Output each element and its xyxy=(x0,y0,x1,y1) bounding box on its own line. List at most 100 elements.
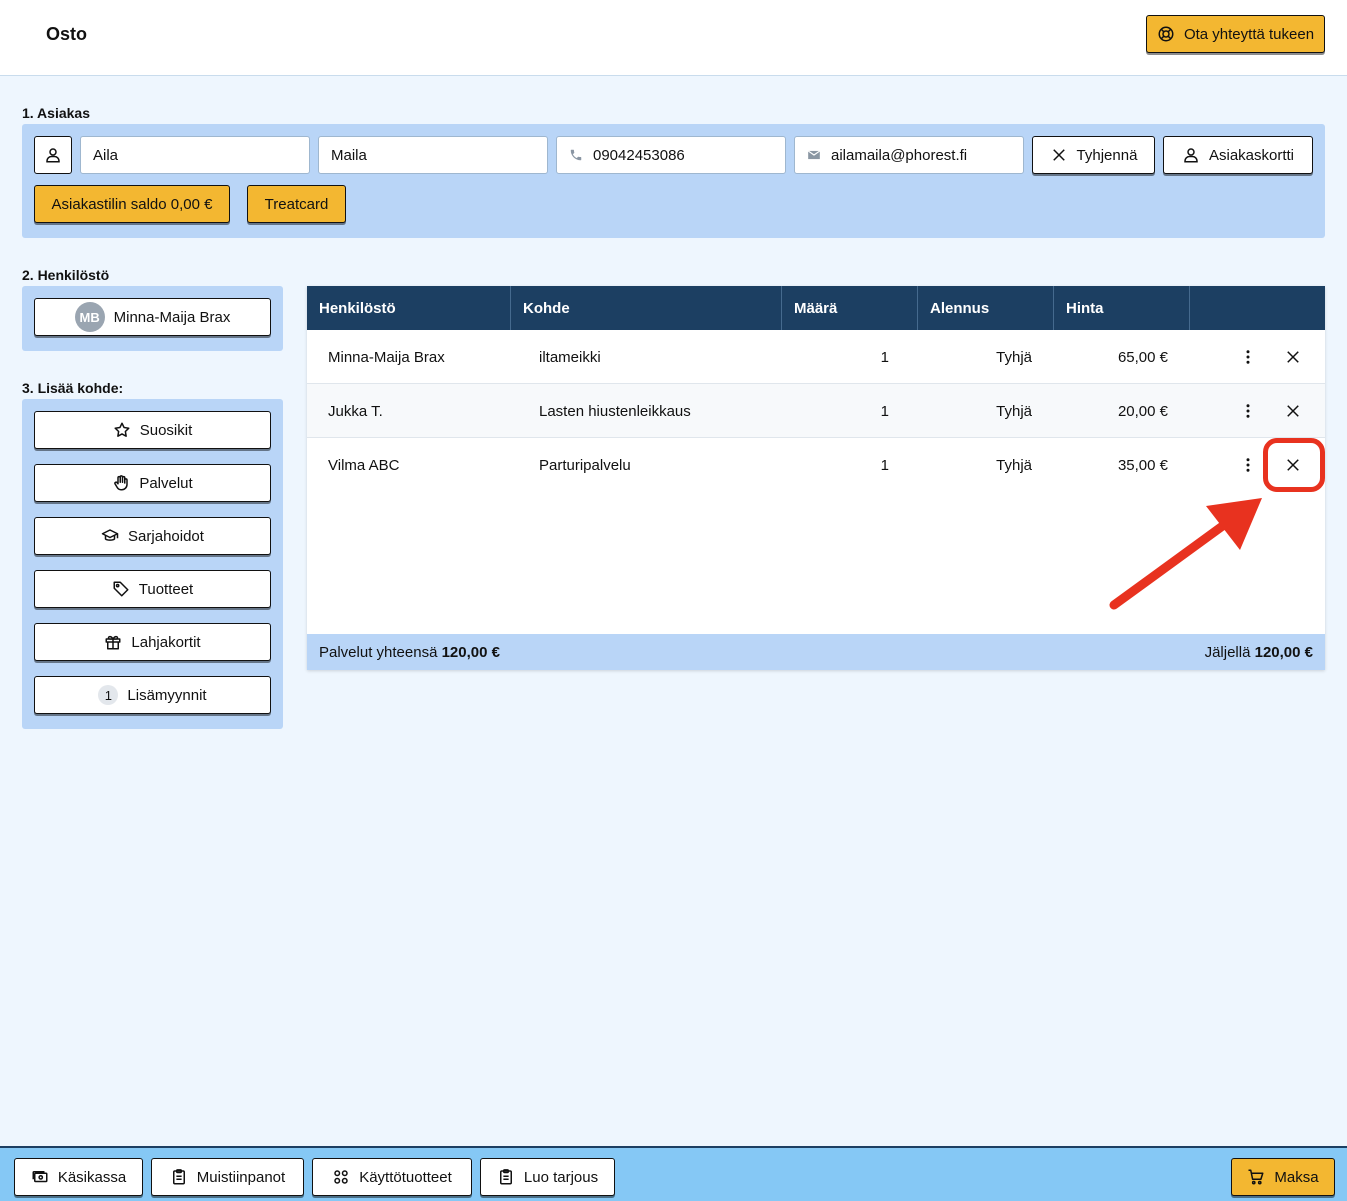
user-icon xyxy=(46,148,60,163)
staff-section-label: 2. Henkilöstö xyxy=(22,267,110,283)
cash-icon xyxy=(32,1171,48,1183)
favorites-label: Suosikit xyxy=(139,421,193,439)
customer-card-label: Asiakaskortti xyxy=(1208,146,1295,164)
more-vertical-icon xyxy=(1246,350,1250,364)
close-icon xyxy=(1287,405,1299,417)
add-item-section-label: 3. Lisää kohde: xyxy=(22,380,124,396)
table-row[interactable]: Minna-Maija Brax iltameikki 1 Tyhjä 65,0… xyxy=(307,330,1325,384)
services-label: Palvelut xyxy=(139,474,193,492)
gift-cards-label: Lahjakortit xyxy=(131,633,201,651)
favorites-button[interactable]: Suosikit xyxy=(34,411,271,449)
last-name-value: Maila xyxy=(331,146,367,164)
staff-panel: MB Minna-Maija Brax xyxy=(22,286,283,351)
services-total-label: Palvelut yhteensä xyxy=(319,643,438,661)
clear-customer-label: Tyhjennä xyxy=(1076,146,1138,164)
bottom-bar: Käsikassa Muistiinpanot Käyttötuotteet L… xyxy=(0,1146,1347,1201)
column-header-price: Hinta xyxy=(1054,286,1190,330)
row-remove-button[interactable] xyxy=(1278,342,1308,372)
clipboard-icon xyxy=(499,1169,512,1185)
row-menu-button[interactable] xyxy=(1233,450,1263,480)
row-price: 35,00 € xyxy=(1117,456,1168,474)
account-balance-label: Asiakastilin saldo 0,00 € xyxy=(51,195,213,213)
pay-label: Maksa xyxy=(1274,1168,1319,1186)
first-name-value: Aila xyxy=(93,146,119,164)
products-button[interactable]: Tuotteet xyxy=(34,570,271,608)
annotation-highlight-ring xyxy=(1263,438,1325,492)
row-staff: Jukka T. xyxy=(328,402,383,420)
supplies-button[interactable]: Käyttötuotteet xyxy=(312,1158,472,1196)
remaining-label: Jäljellä xyxy=(1204,643,1251,661)
series-treatments-label: Sarjahoidot xyxy=(128,527,204,545)
row-staff: Vilma ABC xyxy=(328,456,400,474)
table-row[interactable]: Vilma ABC Parturipalvelu 1 Tyhjä 35,00 € xyxy=(307,438,1325,492)
customer-section-label: 1. Asiakas xyxy=(22,105,90,121)
envelope-icon xyxy=(807,150,821,160)
close-icon xyxy=(1052,149,1065,161)
row-price: 65,00 € xyxy=(1117,348,1168,366)
hand-icon xyxy=(114,475,129,491)
staff-select-button[interactable]: MB Minna-Maija Brax xyxy=(34,298,271,336)
contact-support-button[interactable]: Ota yhteyttä tukeen xyxy=(1146,15,1325,53)
more-vertical-icon xyxy=(1246,458,1250,472)
shopping-cart-icon xyxy=(1248,1169,1264,1185)
phone-value: 09042453086 xyxy=(593,146,685,164)
upsells-label: Lisämyynnit xyxy=(127,686,207,704)
page-title: Osto xyxy=(46,24,88,44)
lifebuoy-icon xyxy=(1158,26,1174,42)
column-header-discount: Alennus xyxy=(918,286,1054,330)
services-button[interactable]: Palvelut xyxy=(34,464,271,502)
staff-name: Minna-Maija Brax xyxy=(113,308,231,326)
treatcard-label: Treatcard xyxy=(264,195,329,213)
customer-person-button[interactable] xyxy=(34,136,72,174)
email-value: ailamaila@phorest.fi xyxy=(831,146,968,164)
row-quantity: 1 xyxy=(880,456,889,474)
more-vertical-icon xyxy=(1246,404,1250,418)
column-header-staff: Henkilöstö xyxy=(307,286,511,330)
row-menu-button[interactable] xyxy=(1233,396,1263,426)
customer-panel: Aila Maila 09042453086 ailamaila@phorest… xyxy=(22,124,1325,238)
table-footer: Palvelut yhteensä 120,00 € Jäljellä 120,… xyxy=(307,634,1325,670)
gift-cards-button[interactable]: Lahjakortit xyxy=(34,623,271,661)
create-quote-label: Luo tarjous xyxy=(523,1168,599,1186)
table-header: Henkilöstö Kohde Määrä Alennus Hinta xyxy=(307,286,1325,330)
row-quantity: 1 xyxy=(880,348,889,366)
row-remove-button[interactable] xyxy=(1278,396,1308,426)
annotation-arrow-icon xyxy=(1109,498,1262,610)
services-total-value: 120,00 € xyxy=(441,643,500,661)
pay-button[interactable]: Maksa xyxy=(1231,1158,1335,1196)
upsells-button[interactable]: 1 Lisämyynnit xyxy=(34,676,271,714)
services-total: Palvelut yhteensä 120,00 € xyxy=(319,644,500,661)
cash-drawer-label: Käsikassa xyxy=(57,1168,127,1186)
remaining-total: Jäljellä 120,00 € xyxy=(1205,644,1313,661)
row-discount: Tyhjä xyxy=(996,402,1032,420)
row-item: Lasten hiustenleikkaus xyxy=(539,402,691,420)
email-field[interactable]: ailamaila@phorest.fi xyxy=(794,136,1024,174)
clear-customer-button[interactable]: Tyhjennä xyxy=(1032,136,1155,174)
notes-button[interactable]: Muistiinpanot xyxy=(151,1158,304,1196)
gift-icon xyxy=(105,635,121,650)
column-header-quantity: Määrä xyxy=(782,286,918,330)
graduation-cap-icon xyxy=(101,529,119,541)
first-name-field[interactable]: Aila xyxy=(80,136,310,174)
row-discount: Tyhjä xyxy=(996,348,1032,366)
table-row[interactable]: Jukka T. Lasten hiustenleikkaus 1 Tyhjä … xyxy=(307,384,1325,438)
column-header-item: Kohde xyxy=(511,286,782,330)
phone-icon xyxy=(570,149,582,161)
series-treatments-button[interactable]: Sarjahoidot xyxy=(34,517,271,555)
create-quote-button[interactable]: Luo tarjous xyxy=(480,1158,615,1196)
account-balance-button[interactable]: Asiakastilin saldo 0,00 € xyxy=(34,185,230,223)
cash-drawer-button[interactable]: Käsikassa xyxy=(14,1158,143,1196)
row-quantity: 1 xyxy=(880,402,889,420)
customer-card-button[interactable]: Asiakaskortti xyxy=(1163,136,1313,174)
notes-label: Muistiinpanot xyxy=(196,1168,286,1186)
row-price: 20,00 € xyxy=(1117,402,1168,420)
row-menu-button[interactable] xyxy=(1233,342,1263,372)
phone-field[interactable]: 09042453086 xyxy=(556,136,786,174)
add-item-panel: Suosikit Palvelut Sarjahoidot Tuotteet L… xyxy=(22,399,283,729)
row-discount: Tyhjä xyxy=(996,456,1032,474)
row-staff: Minna-Maija Brax xyxy=(328,348,445,366)
grid-icon xyxy=(334,1170,348,1184)
column-header-actions xyxy=(1190,286,1325,330)
last-name-field[interactable]: Maila xyxy=(318,136,548,174)
treatcard-button[interactable]: Treatcard xyxy=(247,185,346,223)
